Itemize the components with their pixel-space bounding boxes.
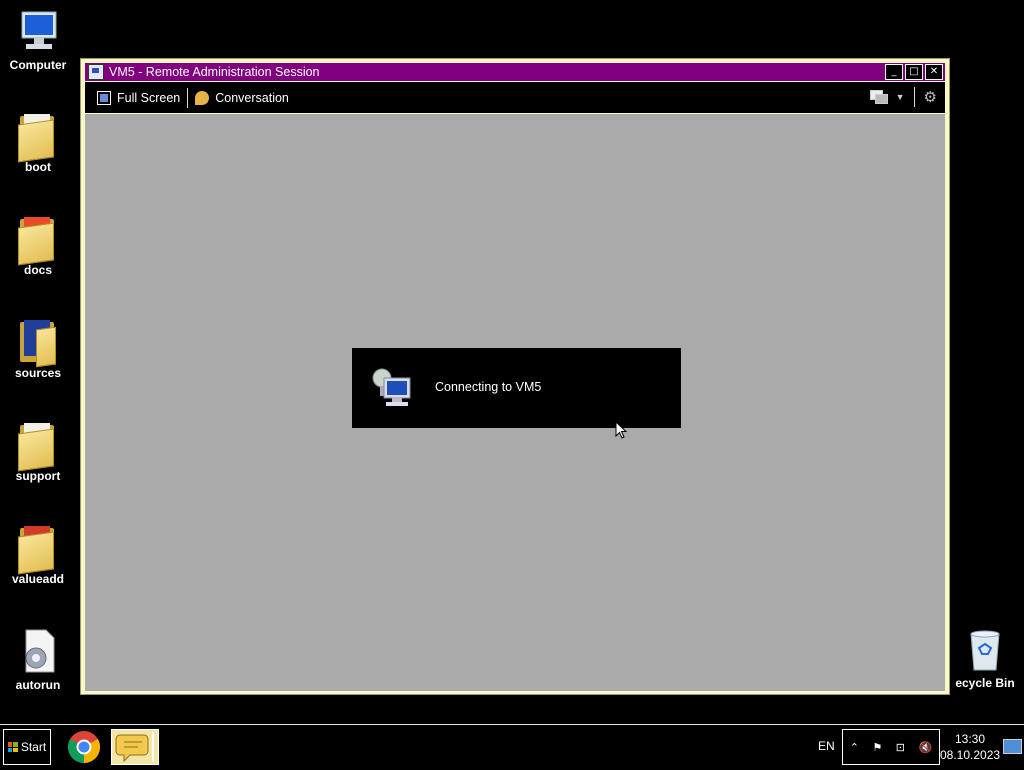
folder-icon xyxy=(14,522,62,575)
conversation-button[interactable]: Conversation xyxy=(189,86,295,110)
maximize-button[interactable]: □ xyxy=(905,64,923,80)
desktop-icon-boot[interactable]: boot xyxy=(2,110,74,174)
clock-time: 13:30 xyxy=(954,732,986,746)
desktop-icon-label: Computer xyxy=(9,58,67,72)
desktop-icon-recycle-bin[interactable]: ecycle Bin xyxy=(946,626,1024,690)
show-hidden-icons-chevron-icon[interactable]: ⌃ xyxy=(850,741,859,754)
chat-bubble-icon xyxy=(115,732,154,763)
desktop-icon-sources[interactable]: sources xyxy=(2,316,74,380)
full-screen-button[interactable]: Full Screen xyxy=(91,86,186,110)
folder-icon xyxy=(14,316,62,368)
taskbar-conversation-button[interactable] xyxy=(111,729,159,765)
taskbar-clock[interactable]: 13:30 08.10.2023 xyxy=(940,731,1000,763)
remote-display-area[interactable]: Connecting to VM5 xyxy=(85,114,945,691)
mouse-pointer-icon xyxy=(615,420,628,444)
connecting-status-text: Connecting to VM5 xyxy=(435,380,542,394)
connecting-dialog: Connecting to VM5 xyxy=(352,348,681,428)
show-desktop-icon[interactable] xyxy=(1003,739,1022,754)
desktop-icon-label: boot xyxy=(25,160,51,174)
desktop-icon-computer[interactable]: Computer xyxy=(2,8,74,72)
folder-icon xyxy=(14,419,62,472)
view-mode-button[interactable]: ▼ xyxy=(869,90,905,104)
remote-session-window: VM5 - Remote Administration Session _ □ … xyxy=(80,58,950,695)
folder-icon xyxy=(14,110,62,163)
desktop-icon-label: sources xyxy=(14,366,62,380)
session-toolbar: Full Screen Conversation ▼ ⚙ xyxy=(85,82,945,113)
autorun-icon xyxy=(14,628,62,676)
desktop-icon-label: support xyxy=(15,469,61,483)
folder-icon xyxy=(14,213,62,266)
network-icon[interactable]: ⊡ xyxy=(896,741,905,754)
conversation-label: Conversation xyxy=(215,90,289,105)
action-center-flag-icon[interactable]: ⚑ xyxy=(872,741,882,754)
remote-connection-icon xyxy=(370,364,414,410)
start-label: Start xyxy=(20,740,47,754)
clock-date: 08.10.2023 xyxy=(940,748,1001,762)
desktop-icon-support[interactable]: support xyxy=(2,419,74,483)
window-titlebar[interactable]: VM5 - Remote Administration Session _ □ … xyxy=(85,63,945,81)
toolbar-separator xyxy=(913,87,915,107)
windows-icon xyxy=(869,90,888,104)
desktop-icon-docs[interactable]: docs xyxy=(2,213,74,277)
desktop-icon-label: valueadd xyxy=(11,572,65,586)
close-button[interactable]: ✕ xyxy=(925,64,943,80)
desktop-icon-valueadd[interactable]: valueadd xyxy=(2,522,74,586)
recycle-bin-icon xyxy=(961,626,1009,674)
close-icon: ✕ xyxy=(929,66,939,77)
chevron-down-icon: ▼ xyxy=(895,92,905,102)
full-screen-label: Full Screen xyxy=(117,90,181,105)
desktop-icon-label: docs xyxy=(23,263,52,277)
gear-icon[interactable]: ⚙ xyxy=(924,88,937,106)
chrome-icon xyxy=(67,731,101,764)
system-tray: ⌃ ⚑ ⊡ 🔇 xyxy=(842,729,940,765)
taskbar-chrome-button[interactable] xyxy=(66,729,102,765)
toolbar-separator xyxy=(187,87,189,108)
maximize-icon: □ xyxy=(909,66,919,77)
desktop-icon-autorun[interactable]: autorun xyxy=(2,628,74,692)
minimize-button[interactable]: _ xyxy=(885,64,903,80)
windows-logo-icon xyxy=(7,742,18,752)
desktop-icon-label: ecycle Bin xyxy=(955,676,1015,690)
remote-session-app-icon xyxy=(88,64,104,80)
desktop-icon-label: autorun xyxy=(15,678,61,692)
computer-icon xyxy=(14,8,62,56)
minimize-icon: _ xyxy=(891,66,897,77)
window-title: VM5 - Remote Administration Session xyxy=(109,65,320,79)
language-indicator[interactable]: EN xyxy=(818,739,835,753)
volume-muted-icon[interactable]: 🔇 xyxy=(919,741,933,754)
taskbar: Start EN ⌃ ⚑ ⊡ 🔇 13:30 08.10.2023 xyxy=(0,724,1024,768)
conversation-icon xyxy=(195,90,210,105)
full-screen-icon xyxy=(97,90,111,105)
start-button[interactable]: Start xyxy=(3,729,51,765)
